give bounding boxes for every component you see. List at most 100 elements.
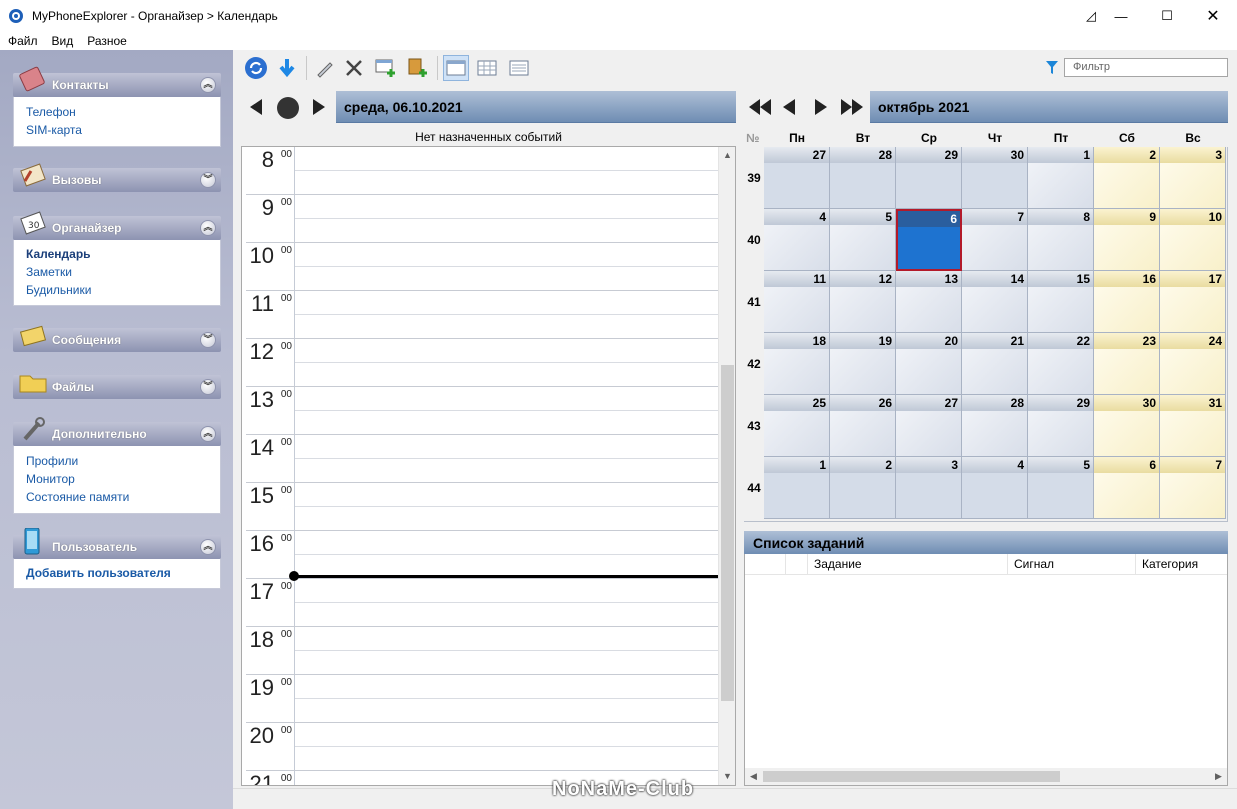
calendar-day[interactable]: 28 — [830, 147, 896, 209]
calendar-day[interactable]: 22 — [1028, 333, 1094, 395]
calendar-day[interactable]: 7 — [1160, 457, 1226, 519]
calendar-day[interactable]: 17 — [1160, 271, 1226, 333]
today-icon[interactable] — [276, 96, 300, 120]
column-check[interactable] — [745, 554, 785, 575]
add-task-icon[interactable] — [405, 55, 431, 81]
calendar-day[interactable]: 16 — [1094, 271, 1160, 333]
calendar-day[interactable]: 3 — [1160, 147, 1226, 209]
expand-icon[interactable]: ︾ — [200, 332, 216, 348]
task-scrollbar[interactable]: ◀ ▶ — [745, 768, 1227, 785]
close-button[interactable]: ✕ — [1190, 0, 1236, 32]
group-contacts-header[interactable]: Контакты ︽ — [13, 66, 221, 97]
maximize-button[interactable]: ☐ — [1144, 0, 1190, 32]
calendar-day[interactable]: 8 — [1028, 209, 1094, 271]
collapse-icon[interactable]: ︽ — [200, 77, 216, 93]
filter-icon[interactable] — [1045, 60, 1059, 76]
calendar-day[interactable]: 30 — [1094, 395, 1160, 457]
column-category[interactable]: Категория — [1135, 554, 1227, 575]
prev-year-icon[interactable] — [749, 99, 771, 115]
scroll-right-icon[interactable]: ▶ — [1210, 768, 1227, 785]
collapse-icon[interactable]: ︽ — [200, 539, 216, 555]
calendar-day[interactable]: 6 — [1094, 457, 1160, 519]
calendar-day[interactable]: 13 — [896, 271, 962, 333]
calendar-day[interactable]: 29 — [1028, 395, 1094, 457]
task-list[interactable]: Задание Сигнал Категория ◀ ▶ — [744, 554, 1228, 786]
group-extras-header[interactable]: Дополнительно ︽ — [13, 417, 221, 446]
calendar-day[interactable]: 9 — [1094, 209, 1160, 271]
week-view-icon[interactable] — [474, 55, 500, 81]
scroll-thumb[interactable] — [721, 365, 734, 701]
sidebar-item-alarms[interactable]: Будильники — [14, 281, 220, 299]
scroll-down-icon[interactable]: ▼ — [719, 768, 735, 785]
calendar-day[interactable]: 4 — [962, 457, 1028, 519]
day-scrollbar[interactable]: ▲ ▼ — [718, 147, 735, 785]
calendar-day[interactable]: 14 — [962, 271, 1028, 333]
group-files-header[interactable]: Файлы ︾ — [13, 375, 221, 399]
calendar-day[interactable]: 27 — [764, 147, 830, 209]
group-calls-header[interactable]: Вызовы ︾ — [13, 163, 221, 192]
calendar-day[interactable]: 26 — [830, 395, 896, 457]
sidebar-item-profiles[interactable]: Профили — [14, 452, 220, 470]
calendar-day[interactable]: 12 — [830, 271, 896, 333]
calendar-day[interactable]: 18 — [764, 333, 830, 395]
calendar-day[interactable]: 7 — [962, 209, 1028, 271]
collapse-icon[interactable]: ︽ — [200, 220, 216, 236]
sidebar-item-sim[interactable]: SIM-карта — [14, 121, 220, 139]
calendar-day[interactable]: 29 — [896, 147, 962, 209]
expand-icon[interactable]: ︾ — [200, 379, 216, 395]
menu-misc[interactable]: Разное — [80, 34, 134, 48]
edit-icon[interactable] — [312, 55, 338, 81]
filter-input[interactable]: Фильтр — [1064, 58, 1228, 77]
calendar-day[interactable]: 24 — [1160, 333, 1226, 395]
group-user-header[interactable]: Пользователь ︽ — [13, 528, 221, 559]
calendar-day[interactable]: 5 — [1028, 457, 1094, 519]
scroll-up-icon[interactable]: ▲ — [719, 147, 735, 164]
calendar-day[interactable]: 5 — [830, 209, 896, 271]
scroll-thumb[interactable] — [763, 771, 1060, 782]
calendar-day[interactable]: 27 — [896, 395, 962, 457]
column-alarm[interactable]: Сигнал — [1007, 554, 1135, 575]
day-grid[interactable]: 8 00 9 00 10 00 11 00 12 00 13 00 14 00 15 00 16 00 17 00 18… — [241, 146, 736, 786]
delete-icon[interactable] — [341, 55, 367, 81]
calendar-day[interactable]: 10 — [1160, 209, 1226, 271]
menu-view[interactable]: Вид — [45, 34, 81, 48]
calendar-day[interactable]: 1 — [764, 457, 830, 519]
group-messages-header[interactable]: Сообщения ︾ — [13, 325, 221, 352]
calendar-day[interactable]: 4 — [764, 209, 830, 271]
calendar-day[interactable]: 21 — [962, 333, 1028, 395]
calendar-day[interactable]: 23 — [1094, 333, 1160, 395]
calendar-day[interactable]: 1 — [1028, 147, 1094, 209]
calendar-day[interactable]: 31 — [1160, 395, 1226, 457]
list-view-icon[interactable] — [506, 55, 532, 81]
scroll-left-icon[interactable]: ◀ — [745, 768, 762, 785]
calendar-day[interactable]: 2 — [1094, 147, 1160, 209]
minimize-button[interactable]: — — [1098, 0, 1144, 32]
calendar-day[interactable]: 15 — [1028, 271, 1094, 333]
menu-file[interactable]: Файл — [0, 34, 45, 48]
sync-icon[interactable] — [243, 55, 269, 81]
expand-icon[interactable]: ︾ — [200, 172, 216, 188]
sidebar-item-memory[interactable]: Состояние памяти — [14, 488, 220, 506]
day-view-icon[interactable] — [443, 55, 469, 81]
calendar-day[interactable]: 2 — [830, 457, 896, 519]
sidebar-item-phone[interactable]: Телефон — [14, 103, 220, 121]
sidebar-item-calendar[interactable]: Календарь — [14, 245, 220, 263]
calendar-day[interactable]: 28 — [962, 395, 1028, 457]
calendar-day[interactable]: 6 — [896, 209, 962, 271]
column-task[interactable]: Задание — [807, 554, 1007, 575]
calendar-day[interactable]: 19 — [830, 333, 896, 395]
calendar-day[interactable]: 25 — [764, 395, 830, 457]
download-icon[interactable] — [274, 55, 300, 81]
calendar-day[interactable]: 20 — [896, 333, 962, 395]
add-event-icon[interactable] — [373, 55, 399, 81]
prev-day-icon[interactable] — [249, 99, 263, 115]
next-month-icon[interactable] — [814, 99, 827, 115]
calendar-day[interactable]: 11 — [764, 271, 830, 333]
calendar-day[interactable]: 3 — [896, 457, 962, 519]
column-priority[interactable] — [785, 554, 807, 575]
collapse-icon[interactable]: ︽ — [200, 426, 216, 442]
sidebar-item-add-user[interactable]: Добавить пользователя — [14, 564, 220, 582]
calendar-day[interactable]: 30 — [962, 147, 1028, 209]
group-organizer-header[interactable]: 30 Органайзер ︽ — [13, 211, 221, 240]
next-day-icon[interactable] — [312, 99, 326, 115]
